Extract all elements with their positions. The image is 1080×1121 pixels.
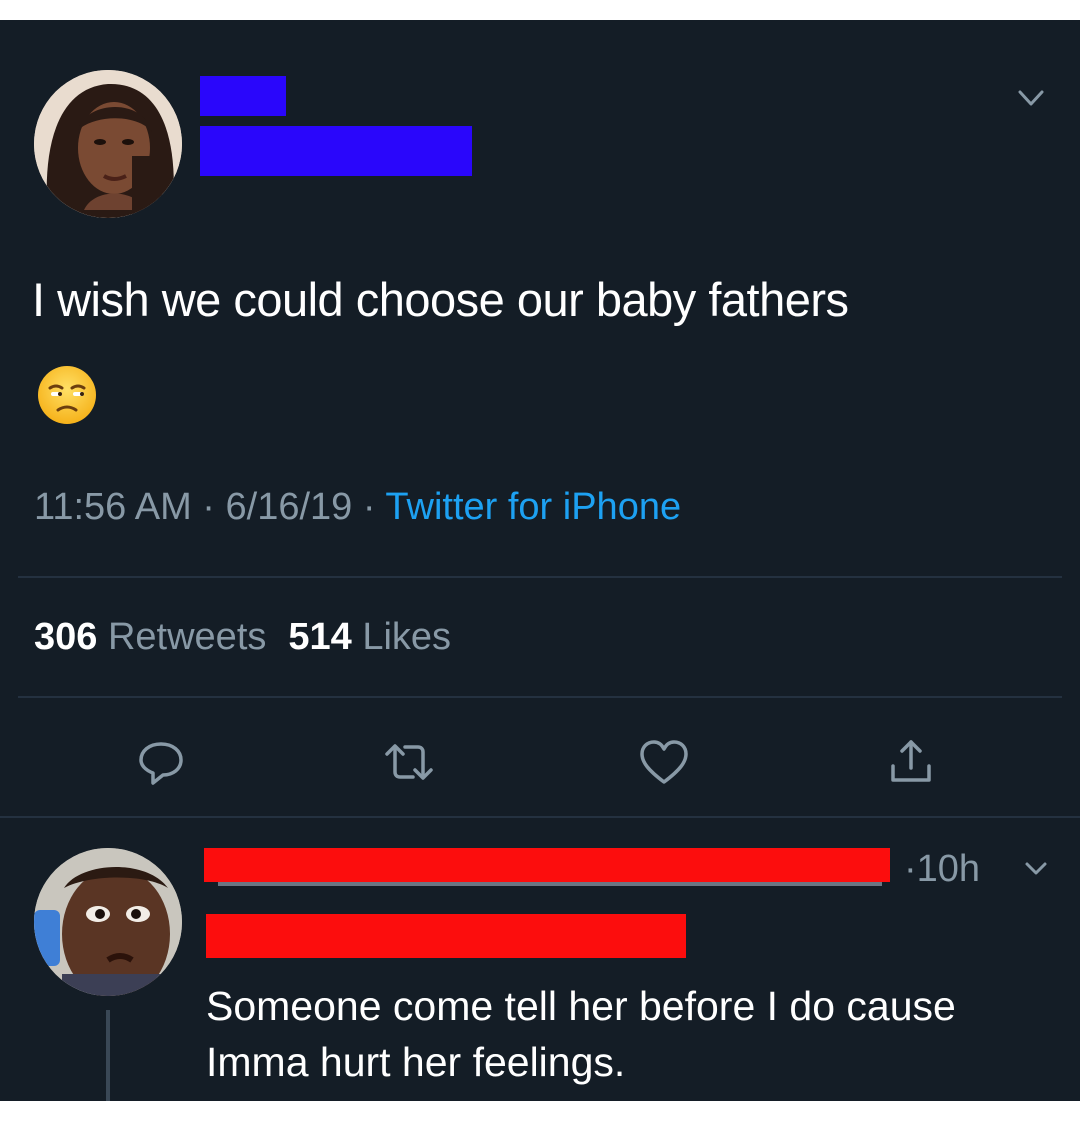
likes-label: Likes — [362, 616, 452, 658]
divider — [0, 816, 1080, 818]
tweet-time: 11:56 AM — [34, 486, 192, 528]
chevron-down-icon[interactable] — [1022, 858, 1050, 880]
reply-timestamp: ·10h — [904, 848, 980, 891]
author-handle-redaction — [200, 126, 472, 176]
tweet-date: 6/16/19 — [225, 486, 353, 528]
divider — [18, 696, 1062, 698]
reply-text: Someone come tell her before I do cause … — [206, 978, 1056, 1090]
meta-separator: · — [904, 848, 917, 890]
tweet-source-link[interactable]: Twitter for iPhone — [385, 486, 681, 528]
reply-text-line: Imma hurt her feelings. — [206, 1039, 626, 1085]
reply-handle-redaction — [206, 914, 686, 958]
retweets-count: 306 — [34, 616, 98, 658]
unamused-face-emoji-icon — [38, 366, 96, 424]
divider — [18, 576, 1062, 578]
chevron-down-icon[interactable] — [1016, 86, 1046, 110]
author-avatar[interactable] — [34, 70, 182, 218]
tweet-meta: 11:56 AM · 6/16/19 · Twitter for iPhone — [34, 486, 681, 529]
reply-text-line: Someone come tell her before I do cause — [206, 983, 956, 1029]
meta-separator: · — [362, 486, 386, 528]
comment-icon[interactable] — [131, 732, 191, 792]
author-name-redaction — [200, 76, 286, 116]
retweets-stat[interactable]: 306 Retweets — [34, 616, 266, 658]
tweet-text: I wish we could choose our baby fathers — [32, 273, 849, 326]
tweet-stats: 306 Retweets 514 Likes — [34, 616, 451, 659]
reply-name-redaction — [204, 848, 890, 882]
share-icon[interactable] — [881, 732, 941, 792]
thread-line — [106, 1010, 110, 1101]
likes-stat[interactable]: 514 Likes — [288, 616, 451, 658]
meta-separator: · — [202, 486, 226, 528]
tweet-screen: I wish we could choose our baby fathers … — [0, 20, 1080, 1101]
heart-icon[interactable] — [634, 732, 694, 792]
likes-count: 514 — [288, 616, 352, 658]
retweets-label: Retweets — [107, 616, 267, 658]
reply-time: 10h — [916, 848, 981, 890]
reply-author-avatar[interactable] — [34, 848, 182, 996]
retweet-icon[interactable] — [379, 732, 439, 792]
